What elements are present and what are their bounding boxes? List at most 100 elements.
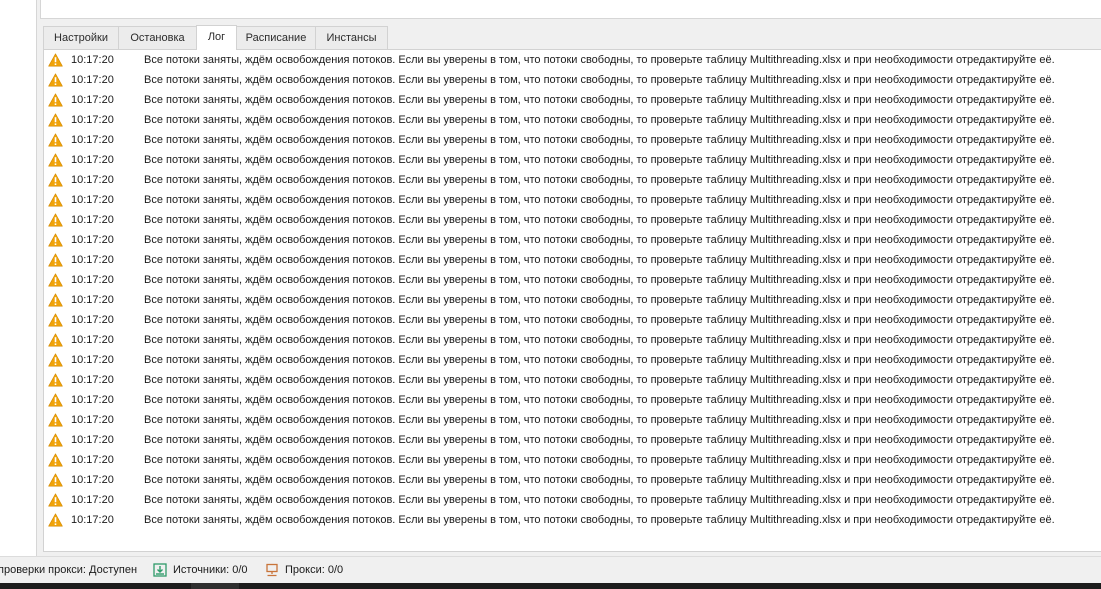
- top-panel: [40, 0, 1101, 19]
- log-entry[interactable]: 10:17:20 Все потоки заняты, ждём освобожд…: [44, 170, 1101, 190]
- log-message: Все потоки заняты, ждём освобождения пот…: [144, 174, 1055, 186]
- warning-triangle-icon: [48, 373, 63, 387]
- warning-triangle-icon: [48, 193, 63, 207]
- warning-triangle-icon: [48, 273, 63, 287]
- tab-settings[interactable]: Настройки: [43, 26, 119, 49]
- tab-bar: Настройки Остановка Лог Расписание Инста…: [43, 25, 1101, 50]
- log-message: Все потоки заняты, ждём освобождения пот…: [144, 434, 1055, 446]
- log-entry[interactable]: 10:17:20 Все потоки заняты, ждём освобожд…: [44, 250, 1101, 270]
- warning-triangle-icon: [48, 413, 63, 427]
- log-entry[interactable]: 10:17:20 Все потоки заняты, ждём освобожд…: [44, 190, 1101, 210]
- log-message: Все потоки заняты, ждём освобождения пот…: [144, 114, 1055, 126]
- log-time: 10:17:20: [71, 334, 114, 346]
- warning-triangle-icon: [48, 493, 63, 507]
- log-time: 10:17:20: [71, 354, 114, 366]
- log-message: Все потоки заняты, ждём освобождения пот…: [144, 374, 1055, 386]
- log-time: 10:17:20: [71, 74, 114, 86]
- log-time: 10:17:20: [71, 234, 114, 246]
- log-message: Все потоки заняты, ждём освобождения пот…: [144, 454, 1055, 466]
- log-time: 10:17:20: [71, 474, 114, 486]
- log-message: Все потоки заняты, ждём освобождения пот…: [144, 194, 1055, 206]
- log-entry[interactable]: 10:17:20 Все потоки заняты, ждём освобожд…: [44, 110, 1101, 130]
- taskbar-segment: [191, 583, 239, 589]
- log-entry[interactable]: 10:17:20 Все потоки заняты, ждём освобожд…: [44, 270, 1101, 290]
- tab-stop[interactable]: Остановка: [118, 26, 197, 49]
- log-entry[interactable]: 10:17:20 Все потоки заняты, ждём освобожд…: [44, 450, 1101, 470]
- log-message: Все потоки заняты, ждём освобождения пот…: [144, 474, 1055, 486]
- warning-triangle-icon: [48, 293, 63, 307]
- log-entry[interactable]: 10:17:20 Все потоки заняты, ждём освобожд…: [44, 70, 1101, 90]
- log-message: Все потоки заняты, ждём освобождения пот…: [144, 94, 1055, 106]
- log-time: 10:17:20: [71, 154, 114, 166]
- warning-triangle-icon: [48, 473, 63, 487]
- log-list[interactable]: 10:17:20 Все потоки заняты, ждём освобожд…: [43, 49, 1101, 552]
- log-message: Все потоки заняты, ждём освобождения пот…: [144, 214, 1055, 226]
- taskbar-strip: [0, 583, 1101, 589]
- log-time: 10:17:20: [71, 414, 114, 426]
- log-message: Все потоки заняты, ждём освобождения пот…: [144, 74, 1055, 86]
- log-entry[interactable]: 10:17:20 Все потоки заняты, ждём освобожд…: [44, 350, 1101, 370]
- tab-schedule[interactable]: Расписание: [236, 26, 316, 49]
- warning-triangle-icon: [48, 453, 63, 467]
- log-message: Все потоки заняты, ждём освобождения пот…: [144, 254, 1055, 266]
- warning-triangle-icon: [48, 233, 63, 247]
- log-message: Все потоки заняты, ждём освобождения пот…: [144, 354, 1055, 366]
- log-entry[interactable]: 10:17:20 Все потоки заняты, ждём освобожд…: [44, 370, 1101, 390]
- log-time: 10:17:20: [71, 394, 114, 406]
- log-entry[interactable]: 10:17:20 Все потоки заняты, ждём освобожд…: [44, 230, 1101, 250]
- proxy-count: Прокси: 0/0: [285, 564, 344, 576]
- log-time: 10:17:20: [71, 314, 114, 326]
- warning-triangle-icon: [48, 433, 63, 447]
- warning-triangle-icon: [48, 173, 63, 187]
- log-time: 10:17:20: [71, 54, 114, 66]
- log-message: Все потоки заняты, ждём освобождения пот…: [144, 134, 1055, 146]
- left-panel: [0, 0, 37, 556]
- log-message: Все потоки заняты, ждём освобождения пот…: [144, 514, 1055, 526]
- status-bar: проверки прокси: Доступен Источники: 0/0…: [0, 556, 1101, 583]
- log-entry[interactable]: 10:17:20 Все потоки заняты, ждём освобожд…: [44, 410, 1101, 430]
- log-time: 10:17:20: [71, 294, 114, 306]
- log-entry[interactable]: 10:17:20 Все потоки заняты, ждём освобожд…: [44, 210, 1101, 230]
- warning-triangle-icon: [48, 93, 63, 107]
- log-entry[interactable]: 10:17:20 Все потоки заняты, ждём освобожд…: [44, 130, 1101, 150]
- proxy-check-status: проверки прокси: Доступен: [0, 564, 138, 576]
- log-entry[interactable]: 10:17:20 Все потоки заняты, ждём освобожд…: [44, 290, 1101, 310]
- log-message: Все потоки заняты, ждём освобождения пот…: [144, 494, 1055, 506]
- log-message: Все потоки заняты, ждём освобождения пот…: [144, 334, 1055, 346]
- log-entry[interactable]: 10:17:20 Все потоки заняты, ждём освобожд…: [44, 470, 1101, 490]
- log-entry[interactable]: 10:17:20 Все потоки заняты, ждём освобожд…: [44, 510, 1101, 530]
- log-time: 10:17:20: [71, 374, 114, 386]
- tab-log[interactable]: Лог: [196, 25, 237, 50]
- log-message: Все потоки заняты, ждём освобождения пот…: [144, 274, 1055, 286]
- warning-triangle-icon: [48, 393, 63, 407]
- log-time: 10:17:20: [71, 114, 114, 126]
- log-entry[interactable]: 10:17:20 Все потоки заняты, ждём освобожд…: [44, 150, 1101, 170]
- warning-triangle-icon: [48, 313, 63, 327]
- tab-instances[interactable]: Инстансы: [315, 26, 388, 49]
- log-time: 10:17:20: [71, 254, 114, 266]
- log-time: 10:17:20: [71, 514, 114, 526]
- warning-triangle-icon: [48, 253, 63, 267]
- log-message: Все потоки заняты, ждём освобождения пот…: [144, 414, 1055, 426]
- warning-triangle-icon: [48, 73, 63, 87]
- log-time: 10:17:20: [71, 274, 114, 286]
- log-entry[interactable]: 10:17:20 Все потоки заняты, ждём освобожд…: [44, 430, 1101, 450]
- log-entry[interactable]: 10:17:20 Все потоки заняты, ждём освобожд…: [44, 50, 1101, 70]
- log-time: 10:17:20: [71, 174, 114, 186]
- warning-triangle-icon: [48, 153, 63, 167]
- warning-triangle-icon: [48, 353, 63, 367]
- log-message: Все потоки заняты, ждём освобождения пот…: [144, 54, 1055, 66]
- log-entry[interactable]: 10:17:20 Все потоки заняты, ждём освобожд…: [44, 490, 1101, 510]
- warning-triangle-icon: [48, 513, 63, 527]
- log-time: 10:17:20: [71, 454, 114, 466]
- log-time: 10:17:20: [71, 434, 114, 446]
- network-icon[interactable]: [265, 563, 279, 577]
- warning-triangle-icon: [48, 333, 63, 347]
- download-icon[interactable]: [153, 563, 167, 577]
- log-entry[interactable]: 10:17:20 Все потоки заняты, ждём освобожд…: [44, 310, 1101, 330]
- log-entry[interactable]: 10:17:20 Все потоки заняты, ждём освобожд…: [44, 390, 1101, 410]
- log-message: Все потоки заняты, ждём освобождения пот…: [144, 154, 1055, 166]
- log-entry[interactable]: 10:17:20 Все потоки заняты, ждём освобожд…: [44, 90, 1101, 110]
- warning-triangle-icon: [48, 113, 63, 127]
- log-entry[interactable]: 10:17:20 Все потоки заняты, ждём освобожд…: [44, 330, 1101, 350]
